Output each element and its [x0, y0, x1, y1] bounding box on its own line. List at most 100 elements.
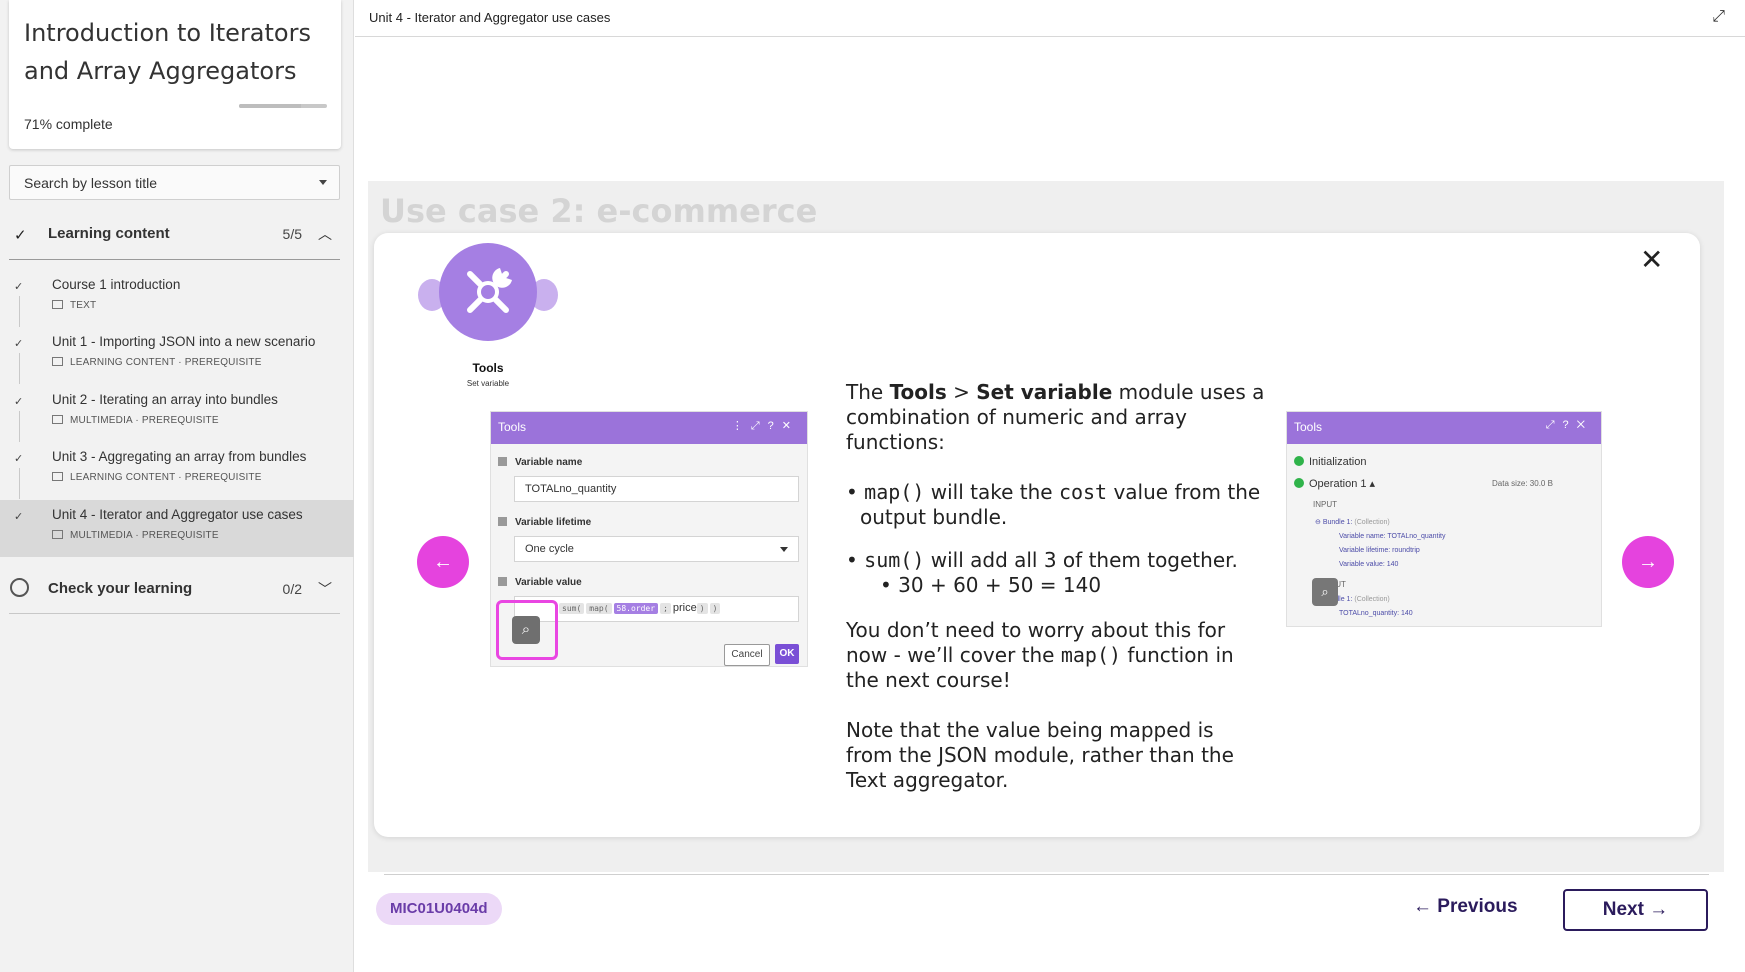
lesson-meta: LEARNING CONTENT · PREREQUISITE: [52, 472, 262, 483]
dialog-cancel-button: Cancel: [724, 644, 770, 666]
chevron-down-icon[interactable]: ﹀: [318, 579, 332, 599]
progress-text: 71% complete: [24, 116, 113, 132]
media-icon: [52, 530, 63, 539]
timeline-line: [19, 468, 20, 499]
unit-title: Unit 4 - Iterator and Aggregator use cas…: [369, 10, 611, 25]
check-icon: ✓: [14, 281, 24, 293]
slide-prev-arrow-icon[interactable]: ←: [417, 536, 469, 588]
search-placeholder: Search by lesson title: [24, 175, 158, 191]
slide-heading: Use case 2: e-commerce: [380, 192, 818, 230]
paragraph: Note that the value being mapped is from…: [846, 718, 1234, 792]
check-icon: ✓: [14, 396, 24, 408]
timeline-line: [19, 353, 20, 384]
dialog-header-icons: ⋮⤢?✕: [731, 420, 799, 432]
caret-down-icon: [319, 180, 327, 185]
lesson-title: Unit 3 - Aggregating an array from bundl…: [52, 449, 307, 464]
formula-token: ;: [660, 602, 671, 614]
zoom-in-icon[interactable]: ⌕: [1312, 578, 1338, 606]
bundle-value: Variable name: TOTALno_quantity: [1339, 533, 1446, 540]
check-icon: ✓: [14, 338, 24, 350]
section-learning-content[interactable]: ✓ Learning content 5/5 ︿: [9, 210, 340, 258]
field-label: Variable value: [498, 577, 582, 588]
variable-name-field: TOTALno_quantity: [514, 476, 799, 502]
lesson-item[interactable]: ✓ Unit 3 - Aggregating an array from bun…: [0, 442, 354, 499]
check-icon: ✓: [14, 453, 24, 465]
bundle-value: Variable value: 140: [1339, 561, 1399, 568]
sub-bullet-item: • 30 + 60 + 50 = 140: [880, 573, 1102, 597]
success-icon: [1294, 478, 1304, 488]
module-subtitle: Set variable: [466, 379, 510, 388]
paragraph: The Tools > Set variable module uses a c…: [846, 380, 1265, 454]
dialog-title: Tools: [498, 420, 527, 434]
divider: [9, 613, 340, 614]
lesson-item[interactable]: ✓ Unit 2 - Iterating an array into bundl…: [0, 385, 354, 442]
section-count: 0/2: [282, 581, 302, 597]
lesson-item[interactable]: ✓ Course 1 introduction TEXT: [0, 270, 354, 327]
dialog-ok-button: OK: [775, 644, 799, 664]
progress-bar: [239, 104, 327, 108]
timeline-line: [19, 411, 20, 442]
lesson-search-select[interactable]: Search by lesson title: [9, 165, 340, 200]
checkbox-icon: [498, 577, 507, 586]
media-icon: [52, 357, 63, 366]
lesson-title: Unit 1 - Importing JSON into a new scena…: [52, 334, 316, 349]
expand-icon[interactable]: ⤢: [1712, 8, 1725, 26]
data-size: Data size: 30.0 B: [1492, 479, 1553, 488]
section-label: Check your learning: [48, 580, 193, 597]
wrench-screwdriver-icon: [439, 243, 537, 341]
dialog-header: Tools ⤢?✕: [1287, 412, 1601, 444]
field-label: Variable lifetime: [498, 517, 591, 528]
module-name: Tools: [472, 361, 504, 375]
tools-module-icon: [418, 243, 558, 353]
lesson-item-active[interactable]: ✓ Unit 4 - Iterator and Aggregator use c…: [0, 500, 354, 557]
caret-down-icon: [780, 547, 788, 552]
formula-token: ): [696, 602, 708, 614]
close-icon[interactable]: ✕: [1640, 243, 1663, 276]
lesson-title: Unit 4 - Iterator and Aggregator use cas…: [52, 507, 303, 522]
lesson-title: Course 1 introduction: [52, 277, 181, 292]
section-check-your-learning[interactable]: Check your learning 0/2 ﹀: [9, 565, 340, 613]
field-label: Variable name: [498, 457, 582, 468]
media-icon: [52, 415, 63, 424]
formula-token: sum(: [559, 602, 585, 614]
lesson-meta: LEARNING CONTENT · PREREQUISITE: [52, 357, 262, 368]
success-icon: [1294, 456, 1304, 466]
formula-token: map(: [586, 602, 612, 614]
chevron-up-icon[interactable]: ︿: [318, 224, 332, 244]
divider: [9, 259, 340, 260]
lesson-code-badge: MIC01U0404d: [376, 893, 502, 925]
bundle-label: ⊖ Bundle 1: (Collection): [1315, 519, 1390, 526]
media-icon: [52, 472, 63, 481]
checkbox-icon: [498, 457, 507, 466]
checkbox-icon: [498, 517, 507, 526]
course-card: Introduction to Iterators and Array Aggr…: [9, 0, 341, 149]
dialog-header: Tools ⋮⤢?✕: [491, 412, 807, 444]
lesson-meta: MULTIMEDIA · PREREQUISITE: [52, 530, 219, 541]
lesson-item[interactable]: ✓ Unit 1 - Importing JSON into a new sce…: [0, 327, 354, 384]
sidebar: Introduction to Iterators and Array Aggr…: [0, 0, 354, 972]
bundle-value: Variable lifetime: roundtrip: [1339, 547, 1420, 554]
formula-token: ): [709, 602, 721, 614]
zoom-in-icon[interactable]: ⌕: [512, 616, 540, 644]
status-initialization: Initialization: [1294, 456, 1366, 468]
lesson-meta: MULTIMEDIA · PREREQUISITE: [52, 415, 219, 426]
empty-circle-icon: [10, 578, 29, 597]
check-icon: ✓: [14, 511, 24, 523]
slide-next-arrow-icon[interactable]: →: [1622, 536, 1674, 588]
text-doc-icon: [52, 300, 63, 309]
lesson-title: Unit 2 - Iterating an array into bundles: [52, 392, 278, 407]
next-button[interactable]: Next →: [1563, 889, 1708, 931]
bundle-value: TOTALno_quantity: 140: [1339, 610, 1413, 617]
bullet-item: • map() will take the cost value from th…: [846, 480, 1261, 529]
section-label: Learning content: [48, 225, 170, 242]
timeline-line: [19, 296, 20, 327]
dialog-title: Tools: [1294, 420, 1323, 434]
divider: [384, 874, 1709, 875]
bullet-item: • sum() will add all 3 of them together.: [846, 548, 1238, 572]
previous-button[interactable]: ← Previous: [1413, 896, 1518, 918]
paragraph: You don’t need to worry about this for n…: [846, 618, 1234, 692]
dialog-header-icons: ⤢?✕: [1545, 419, 1593, 431]
check-icon: ✓: [14, 227, 27, 244]
lesson-meta: TEXT: [52, 300, 96, 311]
formula-text: price: [672, 602, 697, 614]
